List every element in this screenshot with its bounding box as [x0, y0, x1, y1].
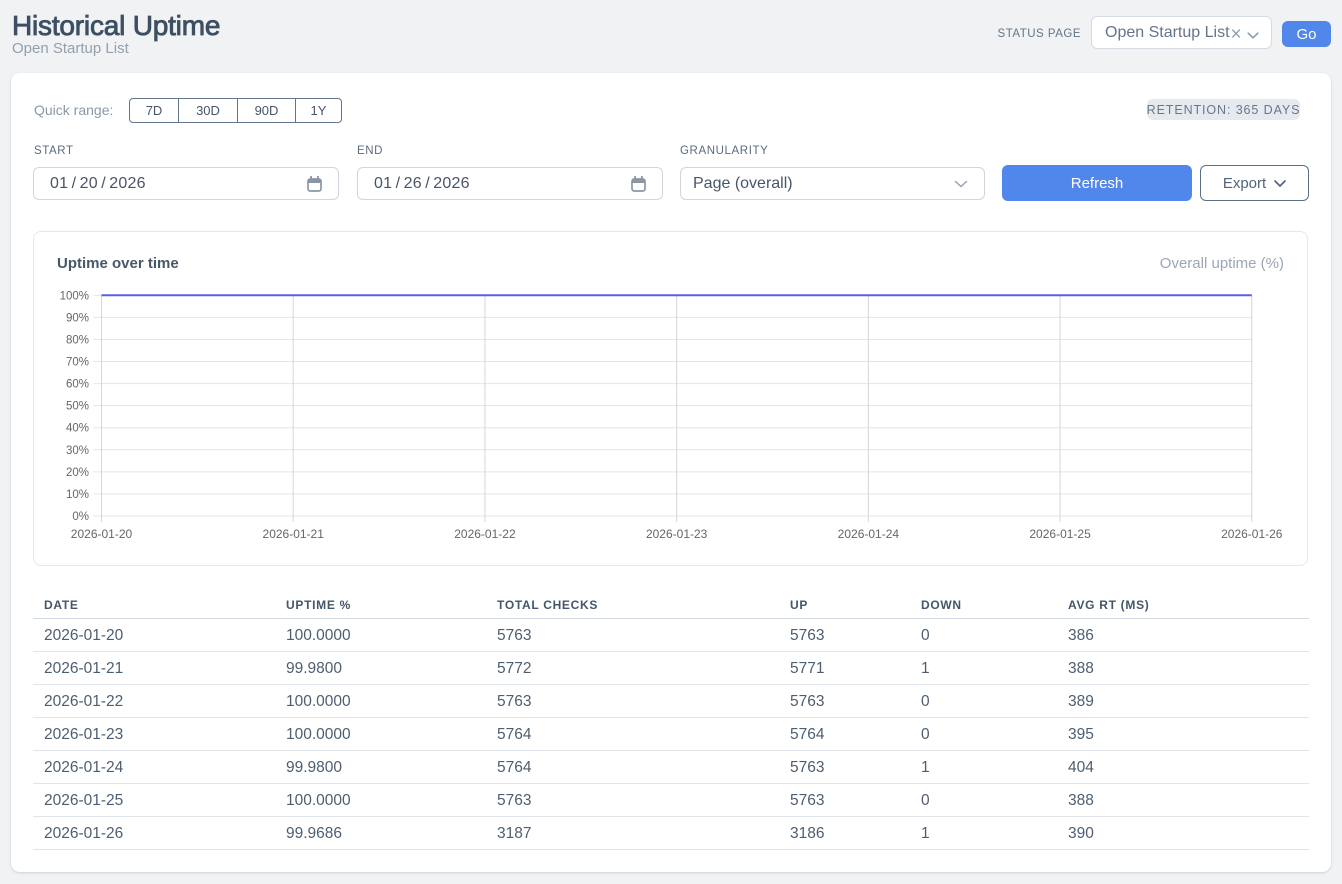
svg-text:70%: 70% — [66, 357, 89, 369]
svg-text:10%: 10% — [66, 489, 89, 501]
svg-text:2026-01-25: 2026-01-25 — [1029, 527, 1091, 541]
svg-text:2026-01-20: 2026-01-20 — [71, 527, 133, 541]
svg-text:20%: 20% — [66, 467, 89, 479]
svg-text:30%: 30% — [66, 445, 89, 457]
svg-text:0%: 0% — [72, 511, 89, 523]
svg-text:50%: 50% — [66, 401, 89, 413]
svg-text:2026-01-24: 2026-01-24 — [838, 527, 900, 541]
svg-text:2026-01-21: 2026-01-21 — [263, 527, 325, 541]
svg-text:90%: 90% — [66, 312, 89, 324]
svg-text:60%: 60% — [66, 379, 89, 391]
svg-text:2026-01-22: 2026-01-22 — [454, 527, 516, 541]
svg-text:100%: 100% — [60, 290, 89, 302]
svg-text:80%: 80% — [66, 334, 89, 346]
svg-text:2026-01-23: 2026-01-23 — [646, 527, 708, 541]
svg-text:2026-01-26: 2026-01-26 — [1221, 527, 1283, 541]
svg-text:40%: 40% — [66, 423, 89, 435]
